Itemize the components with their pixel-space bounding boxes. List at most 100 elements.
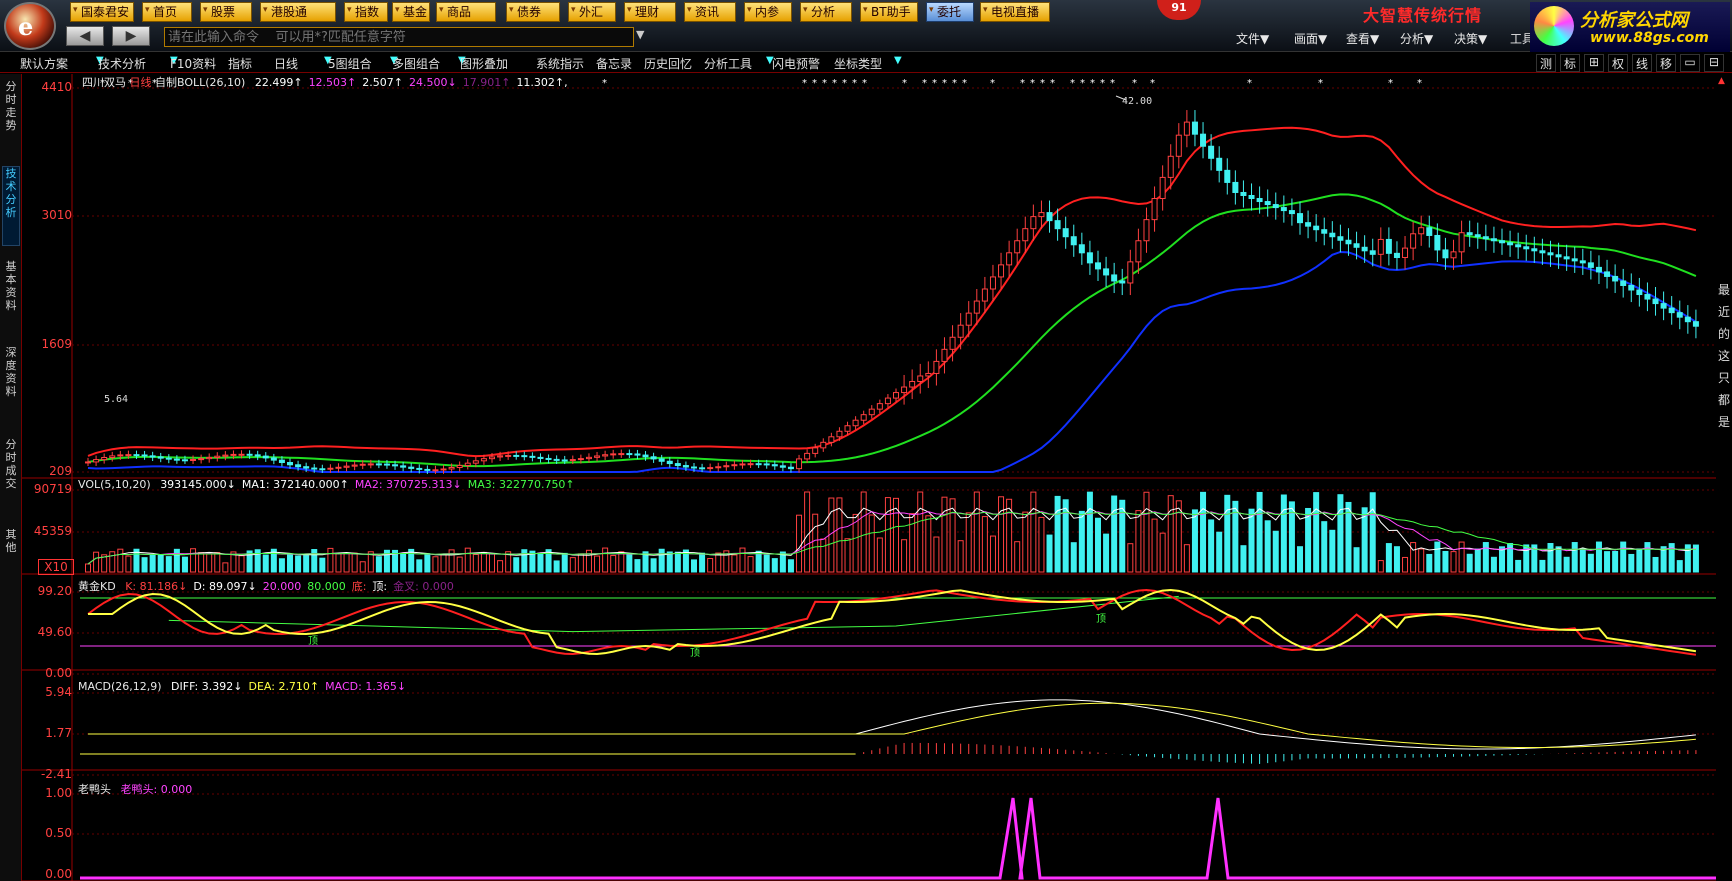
volume-bar xyxy=(513,557,520,573)
right-tool-0[interactable]: 测 xyxy=(1536,54,1556,72)
candle-body xyxy=(472,460,479,464)
toolbar-item-7[interactable]: 图形叠加 xyxy=(460,55,508,72)
brand-watermark: 分析家公式网 www.88gs.com xyxy=(1530,2,1730,52)
candle-body xyxy=(1038,212,1045,218)
toolbar-item-12[interactable]: 闪电预警 xyxy=(772,55,820,72)
toolbar-item-3[interactable]: 指标 xyxy=(228,55,252,72)
nav-button-7[interactable]: 债券 xyxy=(506,1,560,22)
right-tool-4[interactable]: 线 xyxy=(1632,54,1652,72)
toolbar-item-6[interactable]: 多图组合 xyxy=(392,55,440,72)
ldt-tick-label: 0.50 xyxy=(45,826,72,840)
left-tab-5[interactable]: 其他 xyxy=(2,528,20,568)
app-title: 大智慧传统行情 xyxy=(1363,6,1483,25)
right-tool-5[interactable]: 移 xyxy=(1656,54,1676,72)
nav-button-15[interactable]: 电视直播 xyxy=(980,1,1050,22)
left-tab-3[interactable]: 深度资料 xyxy=(2,346,20,426)
toolbar-item-0[interactable]: 默认方案 xyxy=(20,55,68,72)
period-label: 日线 xyxy=(129,76,152,89)
candle-body xyxy=(489,456,495,460)
volume-bar xyxy=(1652,556,1659,573)
volume-bar xyxy=(1410,542,1417,573)
candle-body xyxy=(238,453,245,456)
right-strip: 最近的这只都是 ▲ xyxy=(1716,74,1732,881)
toolbar-item-2[interactable]: F10资料 xyxy=(170,55,216,72)
main-tick-label: 1609 xyxy=(41,337,72,351)
volume-bar xyxy=(1208,519,1215,573)
candle-body xyxy=(812,447,819,454)
nav-button-8[interactable]: 外汇 xyxy=(568,1,616,22)
candle-body xyxy=(1684,316,1691,323)
menu-item-0[interactable]: 文件▼ xyxy=(1236,30,1269,47)
toolbar-item-8[interactable]: 系统指示 xyxy=(536,55,584,72)
volume-bar xyxy=(868,514,875,573)
candle-body xyxy=(1240,191,1247,197)
menu-item-3[interactable]: 分析▼ xyxy=(1400,30,1433,47)
toolbar-item-11[interactable]: 分析工具 xyxy=(704,55,752,72)
scroll-up-icon[interactable]: ▲ xyxy=(1718,76,1725,86)
nav-button-0[interactable]: 国泰君安 xyxy=(70,1,134,22)
volume-bar xyxy=(375,556,382,573)
right-tool-6[interactable]: ▭ xyxy=(1680,54,1700,72)
volume-bar xyxy=(771,558,778,573)
nav-button-10[interactable]: 资讯 xyxy=(684,1,736,22)
right-tool-1[interactable]: 标 xyxy=(1560,54,1580,72)
vol-values: 393145.000↓ MA1: 372140.000↑ MA2: 370725.3… xyxy=(154,478,574,491)
left-tab-0[interactable]: 分时走势 xyxy=(2,80,20,150)
volume-bar xyxy=(763,554,770,573)
nav-button-3[interactable]: 港股通 xyxy=(260,1,336,22)
main-tick-label: 4410 xyxy=(41,80,72,94)
command-dropdown-icon[interactable]: ▼ xyxy=(636,28,644,41)
nav-button-11[interactable]: 内参 xyxy=(744,1,792,22)
nav-button-5[interactable]: 基金 xyxy=(392,1,430,22)
signal-star-icon: * xyxy=(1070,78,1075,89)
signal-star-icon: * xyxy=(990,78,995,89)
volume-bar xyxy=(1272,530,1279,573)
nav-button-12[interactable]: 分析 xyxy=(800,1,852,22)
nav-button-6[interactable]: 商品 xyxy=(436,1,496,22)
header-value: 11.302↑, xyxy=(516,76,568,89)
toolbar-item-10[interactable]: 历史回忆 xyxy=(644,55,692,72)
candle-body xyxy=(1183,121,1190,136)
candle-body xyxy=(295,464,302,468)
command-input[interactable] xyxy=(164,27,634,47)
right-tool-7[interactable]: ⊟ xyxy=(1704,54,1724,72)
nav-button-14[interactable]: 委托 xyxy=(926,1,974,22)
right-tool-3[interactable]: 权 xyxy=(1608,54,1628,72)
candle-body xyxy=(610,453,617,456)
candle-body xyxy=(456,464,463,468)
nav-button-13[interactable]: BT助手 xyxy=(860,1,918,22)
menu-item-1[interactable]: 画面▼ xyxy=(1294,30,1327,47)
left-tab-2[interactable]: 基本资料 xyxy=(2,260,20,334)
toolbar-item-5[interactable]: 5图组合 xyxy=(328,55,372,72)
volume-bar xyxy=(1321,521,1328,573)
candle-body xyxy=(594,455,601,458)
toolbar-item-9[interactable]: 备忘录 xyxy=(596,55,632,72)
nav-button-2[interactable]: 股票 xyxy=(200,1,252,22)
candle-body xyxy=(165,457,172,460)
toolbar-item-4[interactable]: 日线 xyxy=(274,55,298,72)
candle-body xyxy=(1143,219,1150,242)
nav-button-4[interactable]: 指数 xyxy=(344,1,388,22)
toolbar-item-1[interactable]: 技术分析 xyxy=(98,55,146,72)
kd-values: K: 81.186↓ D: 89.097↓ 20.000 80.000 底: 顶: 金叉: … xyxy=(119,580,454,593)
candle-body xyxy=(779,465,786,468)
left-tab-1[interactable]: 技术分析 xyxy=(2,166,20,246)
toolbar-dropdown-icon[interactable]: ▼ xyxy=(894,55,902,70)
notification-badge[interactable]: 91 xyxy=(1157,0,1201,20)
candle-body xyxy=(674,463,681,467)
left-tab-4[interactable]: 分时成交 xyxy=(2,438,20,518)
candle-body xyxy=(464,462,471,466)
menu-item-4[interactable]: 决策▼ xyxy=(1454,30,1487,47)
right-tool-2[interactable]: ⊞ xyxy=(1584,54,1604,72)
header-value: K: 81.186↓ xyxy=(125,580,188,593)
volume-bar xyxy=(666,551,673,573)
forward-arrow-icon[interactable]: ▶ xyxy=(112,26,150,46)
nav-button-1[interactable]: 首页 xyxy=(142,1,192,22)
volume-bar xyxy=(804,491,811,573)
nav-button-9[interactable]: 理财 xyxy=(624,1,676,22)
back-arrow-icon[interactable]: ◀ xyxy=(66,26,104,46)
candle-body xyxy=(1523,246,1530,250)
menu-item-2[interactable]: 查看▼ xyxy=(1346,30,1379,47)
toolbar-item-13[interactable]: 坐标类型 xyxy=(834,55,882,72)
candle-body xyxy=(642,454,649,458)
